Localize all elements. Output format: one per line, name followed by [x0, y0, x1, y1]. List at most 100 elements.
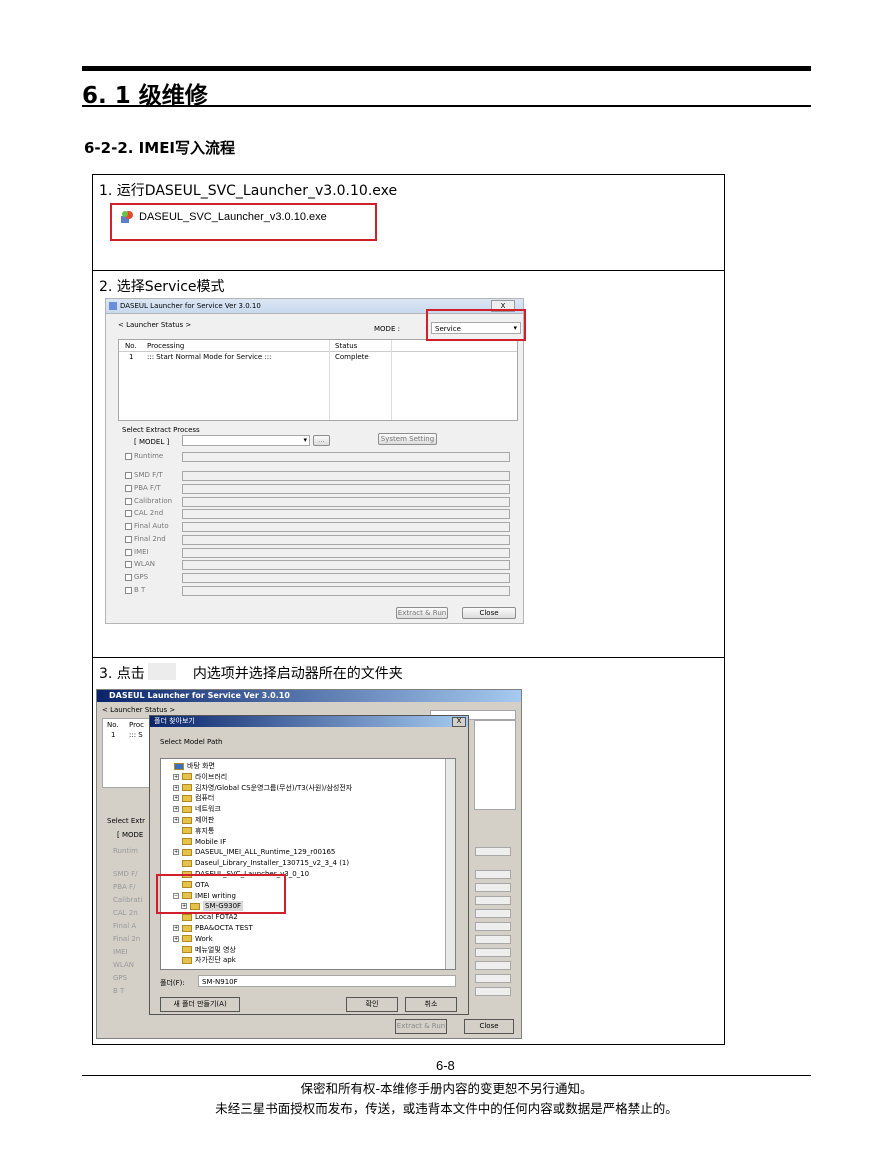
- tree-item[interactable]: + Work: [173, 934, 213, 944]
- expand-icon[interactable]: +: [173, 817, 179, 823]
- tree-scrollbar[interactable]: [445, 759, 455, 969]
- browse-folder-dialog: 폴더 찾아보기 X Select Model Path +바탕 화면+라이브러리…: [149, 715, 469, 1015]
- tree-item[interactable]: + 제어판: [173, 815, 214, 825]
- tree-item[interactable]: + DASEUL_IMEI_ALL_Runtime_129_r00165: [173, 847, 335, 857]
- process-field-2: [475, 847, 511, 856]
- folder-icon: [182, 794, 192, 802]
- new-folder-button[interactable]: 새 폴더 만들기(A): [160, 997, 240, 1012]
- tree-item[interactable]: +Mobile IF: [173, 837, 226, 847]
- model-label-2: [ MODE: [117, 831, 144, 839]
- process-field-2: [475, 961, 511, 970]
- tree-item[interactable]: + 컴퓨터: [173, 793, 214, 803]
- process-field-2: [475, 909, 511, 918]
- folder-icon: [182, 838, 192, 846]
- tree-item[interactable]: + PBA&OCTA TEST: [173, 923, 253, 933]
- table-row-status: Complete: [335, 353, 369, 361]
- expand-icon[interactable]: +: [173, 773, 179, 780]
- browse-button[interactable]: ...: [313, 435, 330, 446]
- tree-item[interactable]: + 김차영/Global CS운영그룹(무선)/T3(사원)/삼성전자: [173, 783, 352, 793]
- launcher-titlebar-2: DASEUL Launcher for Service Ver 3.0.10: [97, 690, 521, 702]
- header-top-rule: [82, 66, 811, 71]
- tree-item-label: 바탕 화면: [187, 762, 215, 770]
- cancel-button[interactable]: 취소: [405, 997, 457, 1012]
- tree-item-label: PBA&OCTA TEST: [195, 924, 253, 932]
- folder-icon: [182, 805, 192, 813]
- process-field: [182, 471, 510, 481]
- status-table-2: No. Proc 1 ::: S: [102, 718, 150, 788]
- process-field: [182, 484, 510, 494]
- launcher-window-2: DASEUL Launcher for Service Ver 3.0.10 <…: [96, 689, 522, 1039]
- process-checkbox[interactable]: [125, 472, 132, 479]
- chevron-down-icon: ▾: [303, 436, 307, 444]
- folder-input[interactable]: SM-N910F: [198, 975, 456, 987]
- close-button-2[interactable]: Close: [464, 1019, 514, 1034]
- process-checkbox[interactable]: [125, 587, 132, 594]
- folder-icon: [182, 827, 192, 835]
- launcher-status-label-2: < Launcher Status >: [102, 706, 176, 714]
- process-checkbox[interactable]: [125, 453, 132, 460]
- process-field: [182, 509, 510, 519]
- process-label: GPS: [134, 573, 149, 581]
- tree-item[interactable]: +바탕 화면: [165, 761, 215, 771]
- expand-icon[interactable]: +: [173, 935, 179, 942]
- footer-line-1: 保密和所有权-本维修手册内容的变更恕不另行通知。: [300, 1081, 593, 1096]
- extract-run-button[interactable]: Extract & Run: [396, 607, 448, 619]
- process-label-2: Final 2n: [113, 935, 141, 943]
- step-3: 3. 点击 内选项并选择启动器所在的文件夹 DASEUL Launcher for…: [93, 658, 724, 1046]
- folder-icon: [182, 956, 192, 964]
- col-status: Status: [335, 342, 358, 350]
- process-checkbox[interactable]: [125, 510, 132, 517]
- step-3-text-before: 3. 点击: [99, 666, 145, 682]
- process-label-2: IMEI: [113, 948, 128, 956]
- expand-icon[interactable]: +: [173, 806, 179, 813]
- process-checkbox[interactable]: [125, 561, 132, 568]
- process-field-2: [475, 935, 511, 944]
- col-no: No.: [125, 342, 137, 350]
- close-button[interactable]: Close: [462, 607, 516, 619]
- expand-icon[interactable]: +: [173, 849, 179, 856]
- process-label-2: SMD F/: [113, 870, 138, 878]
- tree-item-label: 제어판: [195, 816, 215, 824]
- launcher-title: DASEUL Launcher for Service Ver 3.0.10: [120, 302, 261, 310]
- process-field-2: [475, 883, 511, 892]
- tree-item[interactable]: + 네트워크: [173, 804, 221, 814]
- process-checkbox[interactable]: [125, 549, 132, 556]
- folder-icon: [182, 784, 192, 792]
- folder-icon: [182, 924, 192, 932]
- tree-item[interactable]: +메뉴얼및 영상: [173, 945, 236, 955]
- expand-icon[interactable]: +: [173, 925, 179, 931]
- folder-icon: [182, 816, 192, 824]
- folder-icon: [182, 935, 192, 943]
- process-field-2: [475, 896, 511, 905]
- system-setting-button[interactable]: System Setting: [378, 433, 437, 445]
- folder-tree[interactable]: +바탕 화면+라이브러리+김차영/Global CS운영그룹(무선)/T3(사원…: [160, 758, 456, 970]
- tree-item[interactable]: +휴지통: [173, 826, 214, 836]
- tree-item-label: 휴지통: [195, 826, 215, 835]
- process-label-2: CAL 2n: [113, 909, 138, 917]
- process-checkbox[interactable]: [125, 523, 132, 530]
- process-field: [182, 573, 510, 583]
- process-label: CAL 2nd: [134, 509, 164, 517]
- table-row-processing: ::: Start Normal Mode for Service :::: [147, 353, 272, 361]
- process-field: [182, 497, 510, 507]
- expand-icon[interactable]: +: [173, 784, 179, 791]
- expand-icon[interactable]: +: [173, 795, 179, 802]
- process-checkbox[interactable]: [125, 498, 132, 505]
- extract-run-button-2[interactable]: Extract & Run: [395, 1019, 447, 1034]
- status-table: No. Processing Status 1 ::: Start Normal…: [118, 339, 518, 421]
- tree-item[interactable]: + 라이브러리: [173, 772, 227, 782]
- process-field-2: [475, 922, 511, 931]
- ok-button[interactable]: 확인: [346, 997, 398, 1012]
- process-checkbox[interactable]: [125, 536, 132, 543]
- tree-item[interactable]: +Daseul_Library_Installer_130715_v2_3_4 …: [173, 858, 349, 868]
- process-checkbox[interactable]: [125, 574, 132, 581]
- model-select[interactable]: ▾: [182, 435, 310, 446]
- process-label: Calibration: [134, 497, 173, 505]
- process-label: Final Auto: [134, 522, 169, 530]
- process-checkbox[interactable]: [125, 485, 132, 492]
- tree-item[interactable]: +자가진단 apk: [173, 955, 236, 965]
- mode-label: MODE :: [374, 325, 400, 333]
- launcher-window: DASEUL Launcher for Service Ver 3.0.10 X…: [105, 298, 524, 624]
- dialog-close-button[interactable]: X: [452, 717, 466, 727]
- process-label: WLAN: [134, 560, 156, 568]
